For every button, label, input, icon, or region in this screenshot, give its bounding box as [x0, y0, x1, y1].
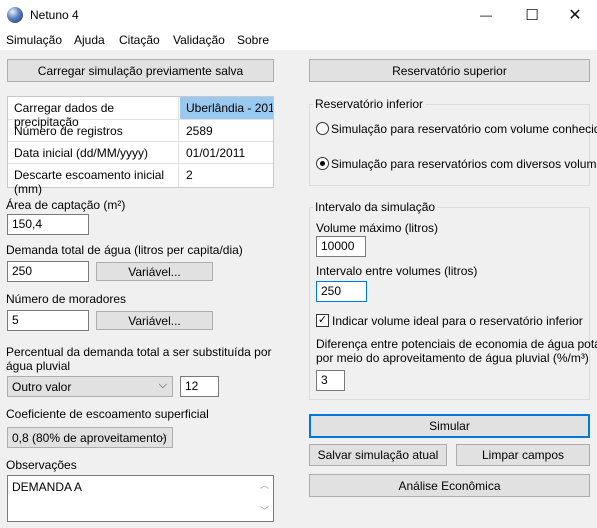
- table-cell-label: Carregar dados de precipitação: [8, 97, 179, 129]
- notes-label: Observações: [6, 458, 77, 472]
- percent-input[interactable]: 12: [180, 376, 219, 397]
- max-volume-input[interactable]: 10000: [316, 236, 366, 257]
- interval-input[interactable]: 250: [316, 281, 367, 302]
- demand-input[interactable]: 250: [7, 261, 89, 282]
- lower-reservoir-group: [309, 104, 590, 186]
- area-label: Área de captação (m²): [6, 198, 126, 212]
- precipitation-info-table: Carregar dados de precipitação Uberlândi…: [7, 96, 274, 196]
- residents-input[interactable]: 5: [7, 310, 89, 331]
- lower-reservoir-title: Reservatório inferior: [313, 97, 426, 111]
- menu-validacao[interactable]: Validação: [173, 33, 225, 47]
- table-row: Data inicial (dd/MM/yyyy) 01/01/2011: [8, 142, 273, 164]
- table-cell-value: 2589: [186, 124, 213, 138]
- menu-citacao[interactable]: Citação: [119, 33, 160, 47]
- ideal-volume-label[interactable]: Indicar volume ideal para o reservatório…: [332, 314, 583, 328]
- table-row: Descarte escoamento inicial (mm) 2: [8, 164, 273, 196]
- demand-label: Demanda total de água (litros per capita…: [6, 243, 243, 257]
- chevron-down-icon: ⌵: [158, 379, 167, 391]
- runoff-select[interactable]: 0,8 (80% de aproveitamento) ⌵: [7, 427, 173, 448]
- table-cell-label: Data inicial (dd/MM/yyyy): [8, 142, 179, 163]
- radio-known-volume[interactable]: [316, 122, 329, 135]
- notes-textarea[interactable]: DEMANDA A ︿ ﹀: [7, 475, 274, 522]
- interval-label: Intervalo entre volumes (litros): [316, 264, 478, 278]
- notes-scrollbar[interactable]: ︿ ﹀: [257, 476, 273, 521]
- percent-label: Percentual da demanda total a ser substi…: [6, 345, 272, 373]
- close-icon: ✕: [568, 7, 582, 24]
- app-globe-icon: [7, 7, 23, 23]
- chevron-down-icon: ⌵: [158, 430, 167, 442]
- simulation-interval-title: Intervalo da simulação: [313, 200, 438, 214]
- clear-fields-button[interactable]: Limpar campos: [456, 444, 590, 466]
- radio-known-volume-label[interactable]: Simulação para reservatório com volume c…: [331, 122, 597, 136]
- minimize-icon: —: [480, 8, 492, 22]
- minimize-button[interactable]: —: [463, 0, 509, 30]
- table-row: Carregar dados de precipitação Uberlândi…: [8, 97, 273, 129]
- menu-ajuda[interactable]: Ajuda: [74, 33, 105, 47]
- max-volume-label: Volume máximo (litros): [316, 221, 439, 235]
- percent-select-value: Outro valor: [12, 380, 72, 394]
- maximize-button[interactable]: ☐: [509, 0, 555, 30]
- simulate-button[interactable]: Simular: [309, 414, 590, 438]
- residents-label: Número de moradores: [6, 292, 127, 306]
- runoff-label: Coeficiente de escoamento superficial: [6, 407, 209, 421]
- ideal-volume-checkbox[interactable]: ✓: [316, 314, 329, 327]
- close-button[interactable]: ✕: [553, 0, 597, 30]
- table-row: Número de registros 2589: [8, 120, 273, 142]
- upper-reservoir-button[interactable]: Reservatório superior: [309, 59, 590, 82]
- scroll-up-icon[interactable]: ︿: [260, 478, 269, 491]
- table-cell-label: Descarte escoamento inicial (mm): [8, 164, 179, 196]
- save-simulation-button[interactable]: Salvar simulação atual: [309, 444, 447, 466]
- table-cell-value[interactable]: 2: [180, 164, 273, 187]
- economic-analysis-button[interactable]: Análise Econômica: [309, 474, 590, 497]
- load-simulation-button[interactable]: Carregar simulação previamente salva: [7, 59, 274, 82]
- radio-multiple-volumes[interactable]: [316, 157, 329, 170]
- area-input[interactable]: 150,4: [7, 214, 89, 235]
- menu-sobre[interactable]: Sobre: [237, 33, 269, 47]
- precipitation-data-cell[interactable]: Uberlândia - 2011: [180, 97, 273, 119]
- table-cell-label: Número de registros: [8, 120, 179, 141]
- difference-input[interactable]: 3: [316, 370, 345, 391]
- percent-select[interactable]: Outro valor ⌵: [7, 376, 173, 397]
- table-cell-value: 01/01/2011: [186, 146, 246, 160]
- maximize-icon: ☐: [525, 7, 539, 24]
- notes-text: DEMANDA A: [12, 480, 83, 494]
- difference-label-line2: por meio do aproveitamento de água pluvi…: [316, 351, 589, 365]
- menu-simulacao[interactable]: Simulação: [6, 33, 62, 47]
- window-title: Netuno 4: [30, 8, 79, 22]
- runoff-select-value: 0,8 (80% de aproveitamento): [12, 431, 167, 445]
- demand-variable-button[interactable]: Variável...: [96, 262, 213, 281]
- radio-multiple-volumes-label[interactable]: Simulação para reservatórios com diverso…: [331, 157, 597, 171]
- difference-label-line1: Diferença entre potenciais de economia d…: [316, 337, 597, 351]
- scroll-down-icon[interactable]: ﹀: [260, 504, 269, 517]
- residents-variable-button[interactable]: Variável...: [96, 311, 213, 330]
